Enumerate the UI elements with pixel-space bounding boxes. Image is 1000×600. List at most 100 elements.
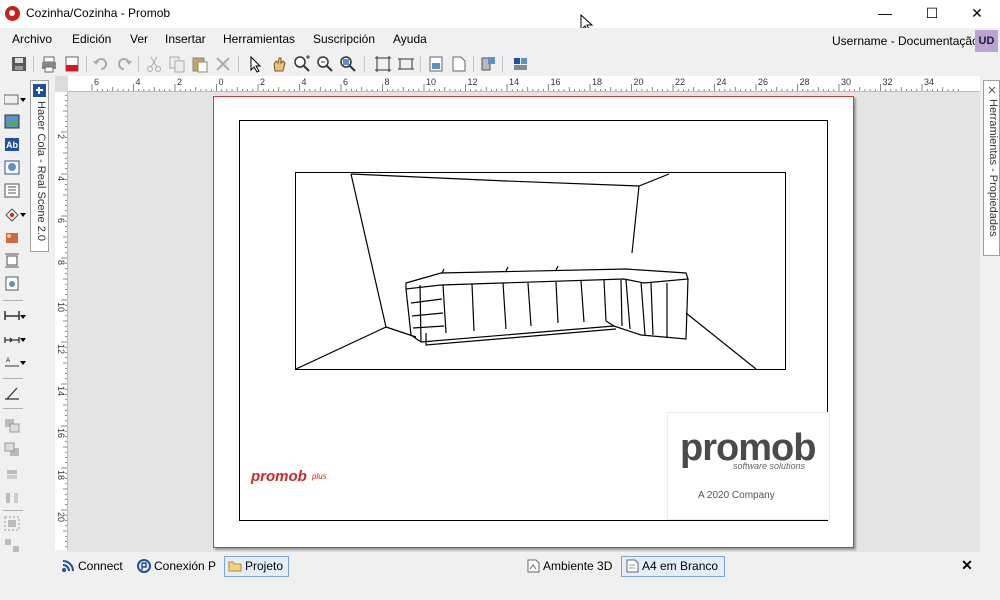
- tab-herramientas-propiedades[interactable]: Herramientas - Propiedades: [983, 80, 1000, 256]
- layout-dropdown-icon[interactable]: [512, 55, 530, 73]
- frame-select-icon[interactable]: [374, 55, 392, 73]
- linear-dimension-icon[interactable]: [4, 308, 20, 323]
- menu-bar: Archivo Edición Ver Insertar Herramienta…: [0, 28, 1000, 52]
- ruler-label: 10: [56, 302, 66, 312]
- pan-hand-icon[interactable]: [270, 55, 288, 73]
- group-icon[interactable]: [4, 516, 20, 531]
- close-tab-button[interactable]: ✕: [960, 557, 974, 575]
- folder-icon: [228, 561, 242, 572]
- promob-logo-box[interactable]: promob software solutions A 2020 Company: [667, 412, 830, 520]
- minimize-button[interactable]: —: [862, 0, 908, 28]
- select-pointer-icon[interactable]: [247, 55, 265, 73]
- ruler-label: 18: [592, 77, 602, 87]
- insert-image-icon[interactable]: [4, 114, 20, 129]
- properties-tool-icon[interactable]: [479, 55, 497, 73]
- 3d-view-frame[interactable]: [295, 172, 786, 370]
- real-scene-icon: [33, 84, 46, 97]
- aligned-dimension-icon[interactable]: [4, 332, 20, 347]
- ruler-label: 16: [56, 428, 66, 438]
- menu-insertar[interactable]: Insertar: [165, 32, 206, 46]
- chevron-down-icon[interactable]: [20, 361, 26, 365]
- ruler-label: 6: [343, 77, 348, 87]
- text-dimension-icon[interactable]: A: [4, 355, 20, 370]
- layout-canvas[interactable]: promob software solutions A 2020 Company…: [68, 92, 980, 552]
- ruler-label: 18: [56, 470, 66, 480]
- ruler-label: 8: [385, 77, 390, 87]
- menu-ayuda[interactable]: Ayuda: [393, 32, 427, 46]
- promob-logo-company: A 2020 Company: [698, 490, 775, 501]
- insert-ole-icon[interactable]: [4, 160, 20, 175]
- promob-connect-icon: [137, 559, 151, 573]
- blank-page-icon[interactable]: [450, 55, 468, 73]
- menu-suscripcion[interactable]: Suscripción: [313, 32, 375, 46]
- ruler-corner: [55, 76, 68, 92]
- tab-a4-em-branco[interactable]: A4 em Branco: [621, 556, 725, 577]
- shape-rectangle-icon[interactable]: [4, 92, 20, 107]
- settings-page-icon[interactable]: [4, 276, 20, 291]
- delete-icon[interactable]: [214, 55, 232, 73]
- menu-herramientas[interactable]: Herramientas: [223, 32, 295, 46]
- maximize-button[interactable]: ☐: [909, 0, 955, 28]
- align-top-icon[interactable]: [4, 466, 20, 481]
- ruler-label: 10: [426, 77, 436, 87]
- image-page-icon[interactable]: [427, 55, 445, 73]
- ungroup-icon[interactable]: [4, 538, 20, 553]
- menu-archivo[interactable]: Archivo: [12, 32, 52, 46]
- dimension-frame-icon[interactable]: [4, 253, 20, 268]
- insert-text-icon[interactable]: Ab: [4, 137, 20, 152]
- ruler-label: 4: [136, 77, 141, 87]
- chevron-down-icon[interactable]: [20, 338, 26, 342]
- horizontal-ruler: 6 4 2 0 2 4 6 8 10 12 14 16 18 20 22 24 26 28 30 32 34: [68, 76, 980, 92]
- chevron-down-icon[interactable]: [20, 315, 26, 319]
- print-icon[interactable]: [40, 55, 58, 73]
- paste-icon[interactable]: [191, 55, 209, 73]
- zoom-fit-icon[interactable]: [339, 55, 357, 73]
- tab-projeto[interactable]: Projeto: [224, 556, 289, 577]
- furniture-icon[interactable]: [4, 230, 20, 245]
- view-camera-icon[interactable]: [4, 207, 20, 222]
- left-tools-panel: Ab A: [0, 80, 28, 560]
- ruler-label: 20: [56, 512, 66, 522]
- copy-icon[interactable]: [168, 55, 186, 73]
- tab-connect[interactable]: Connect: [57, 556, 129, 577]
- username-label[interactable]: Username - Documentação: [832, 34, 979, 48]
- promob-plus-logo[interactable]: promob: [251, 468, 307, 485]
- menu-edicion[interactable]: Edición: [72, 32, 111, 46]
- insert-list-icon[interactable]: [4, 183, 20, 198]
- main-toolbar: [0, 52, 1000, 126]
- zoom-in-out-icon[interactable]: [316, 55, 334, 73]
- zoom-window-icon[interactable]: [293, 55, 311, 73]
- a4-page[interactable]: promob software solutions A 2020 Company…: [213, 96, 854, 548]
- cut-icon[interactable]: [145, 55, 163, 73]
- promob-logo-subtitle: software solutions: [733, 461, 806, 471]
- tab-ambiente-3d-label: Ambiente 3D: [543, 559, 613, 573]
- send-backward-icon[interactable]: [4, 442, 20, 457]
- tab-hacer-cola-real-scene[interactable]: Hacer Cola - Real Scene 2.0: [30, 80, 49, 252]
- user-avatar[interactable]: UD: [975, 30, 998, 52]
- frame-resize-icon[interactable]: [397, 55, 415, 73]
- tab-projeto-label: Projeto: [245, 559, 284, 573]
- ruler-label: 28: [800, 77, 810, 87]
- undo-icon[interactable]: [92, 55, 110, 73]
- menu-ver[interactable]: Ver: [130, 32, 148, 46]
- chevron-down-icon[interactable]: [20, 213, 26, 217]
- a4-page-icon: [626, 559, 639, 573]
- ruler-label: 2: [56, 134, 66, 139]
- tab-conexion-p[interactable]: Conexión P: [133, 556, 219, 577]
- kitchen-line-drawing: [296, 173, 757, 369]
- align-center-icon[interactable]: [4, 490, 20, 505]
- tab-ambiente-3d[interactable]: Ambiente 3D: [522, 556, 616, 577]
- promob-plus-suffix: plus: [312, 472, 327, 481]
- redo-icon[interactable]: [115, 55, 133, 73]
- save-icon[interactable]: [10, 55, 28, 73]
- pdf-export-icon[interactable]: [63, 55, 81, 73]
- close-button[interactable]: ✕: [954, 0, 1000, 28]
- ruler-label: 12: [56, 344, 66, 354]
- promob-app-icon[interactable]: [5, 6, 20, 21]
- ruler-label: 12: [468, 77, 478, 87]
- bring-forward-icon[interactable]: [4, 418, 20, 433]
- chevron-down-icon[interactable]: [20, 98, 26, 102]
- angle-dimension-icon[interactable]: [4, 386, 20, 401]
- ruler-label: 0: [219, 77, 224, 87]
- ruler-label: 24: [717, 77, 727, 87]
